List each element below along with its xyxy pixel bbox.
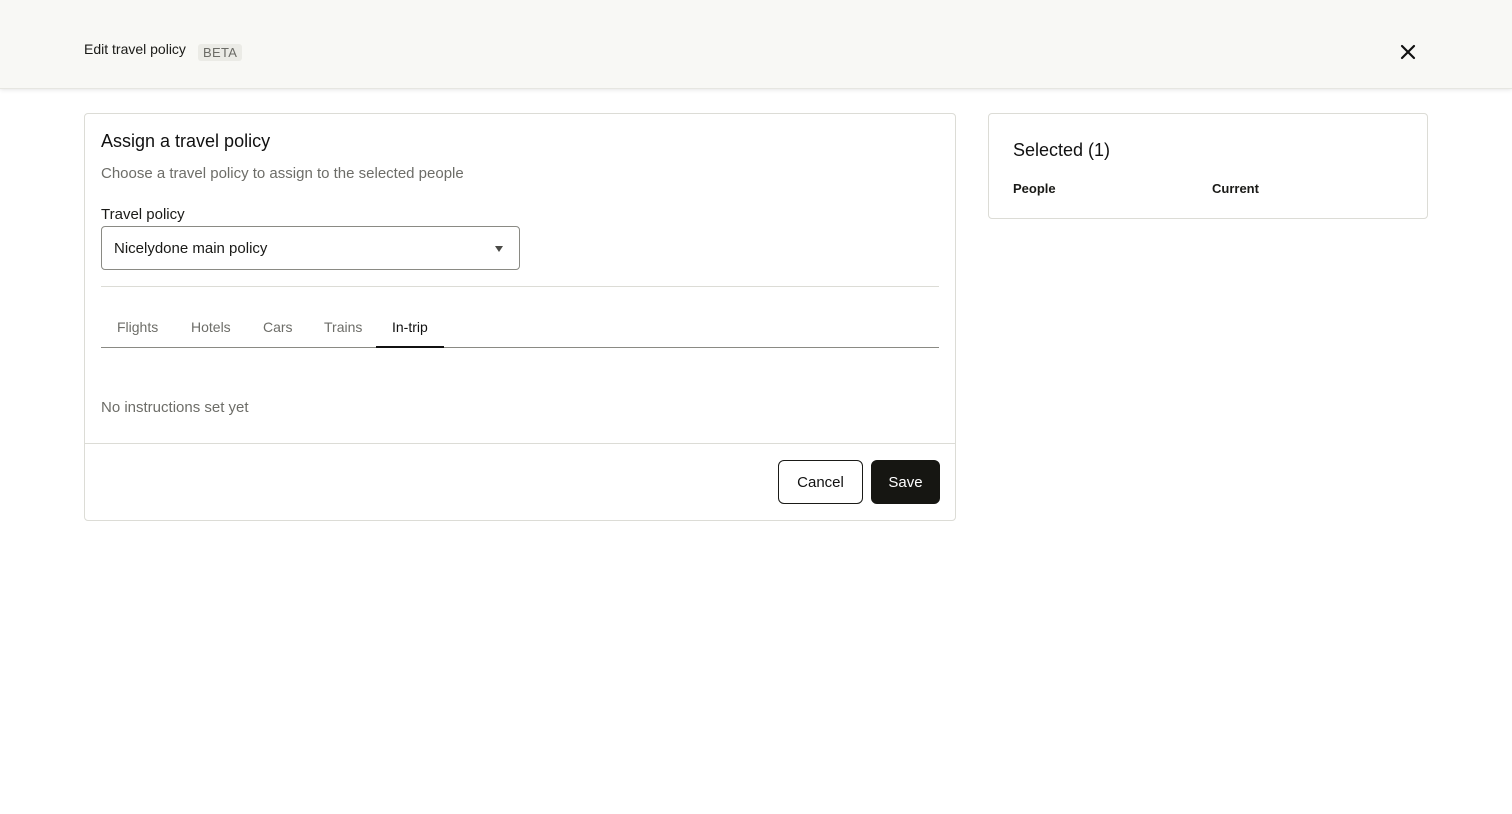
assign-policy-card: Assign a travel policy Choose a travel p…: [84, 113, 956, 521]
tab-flights[interactable]: Flights: [101, 312, 174, 347]
divider: [101, 286, 939, 287]
page-title: Edit travel policy: [84, 41, 186, 57]
travel-policy-value: Nicelydone main policy: [114, 240, 268, 257]
column-header-current: Current: [1212, 181, 1259, 196]
tab-hotels[interactable]: Hotels: [175, 312, 247, 347]
travel-policy-label: Travel policy: [101, 206, 185, 223]
footer-divider: [85, 443, 955, 444]
empty-instructions-message: No instructions set yet: [101, 399, 249, 416]
column-header-people: People: [1013, 181, 1056, 196]
assign-title: Assign a travel policy: [101, 131, 271, 151]
close-button[interactable]: [1396, 40, 1420, 64]
beta-badge: BETA: [198, 44, 243, 61]
caret-down-icon: [495, 246, 503, 252]
save-button[interactable]: Save: [871, 460, 940, 504]
tab-cars[interactable]: Cars: [247, 312, 309, 347]
assign-subtitle: Choose a travel policy to assign to the …: [101, 165, 464, 182]
tab-trains[interactable]: Trains: [308, 312, 378, 347]
cancel-button[interactable]: Cancel: [778, 460, 863, 504]
selected-panel: Selected (1) People Current: [988, 113, 1428, 219]
travel-policy-select[interactable]: Nicelydone main policy: [101, 226, 520, 270]
tab-in-trip[interactable]: In-trip: [376, 312, 444, 348]
modal-header: Edit travel policy BETA: [0, 0, 1512, 89]
policy-tabs: Flights Hotels Cars Trains In-trip: [101, 312, 939, 348]
selected-title: Selected (1): [1013, 140, 1111, 160]
close-icon: [1400, 44, 1416, 60]
